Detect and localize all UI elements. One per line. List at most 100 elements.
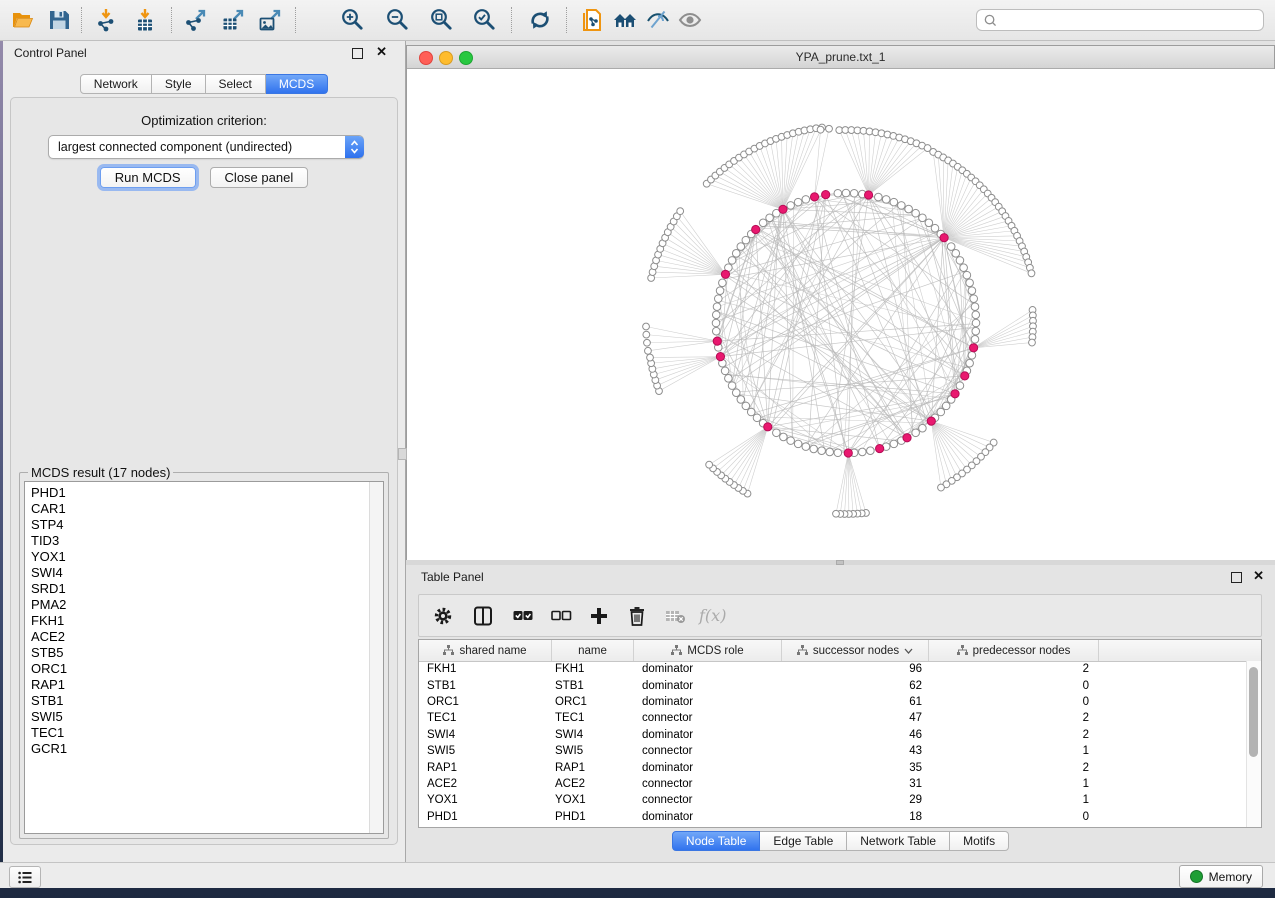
zoom-fit-icon[interactable]	[429, 7, 455, 33]
network-window-titlebar[interactable]: YPA_prune.txt_1	[407, 46, 1274, 69]
run-mcds-button[interactable]: Run MCDS	[100, 167, 196, 188]
export-table-icon[interactable]	[220, 7, 246, 33]
mcds-result-item[interactable]: TEC1	[31, 725, 383, 741]
attribute-icon	[671, 645, 682, 656]
column-header-name[interactable]: name	[552, 640, 634, 661]
import-table-icon[interactable]	[132, 7, 158, 33]
column-visibility-icon[interactable]	[471, 604, 495, 628]
zoom-in-icon[interactable]	[340, 7, 366, 33]
mcds-list-scrollbar[interactable]	[369, 482, 383, 833]
mcds-result-item[interactable]: STP4	[31, 517, 383, 533]
optimization-criterion-dropdown[interactable]: largest connected component (undirected)	[48, 135, 364, 159]
toolbar-separator	[81, 7, 82, 33]
close-table-panel-icon[interactable]: ✕	[1253, 568, 1264, 584]
table-row[interactable]: TEC1TEC1connector472	[419, 710, 1261, 726]
close-panel-button[interactable]: Close panel	[210, 167, 309, 188]
mcds-result-item[interactable]: GCR1	[31, 741, 383, 757]
mcds-result-item[interactable]: TID3	[31, 533, 383, 549]
column-header-predecessor-nodes[interactable]: predecessor nodes	[929, 640, 1099, 661]
close-panel-icon[interactable]: ✕	[376, 44, 387, 60]
column-header-successor-nodes[interactable]: successor nodes	[782, 640, 929, 661]
table-scrollbar[interactable]	[1246, 661, 1261, 827]
add-column-icon[interactable]	[587, 604, 611, 628]
delete-table-icon[interactable]	[663, 604, 687, 628]
mcds-result-item[interactable]: PMA2	[31, 597, 383, 613]
search-box[interactable]	[976, 9, 1264, 31]
tab-edge-table[interactable]: Edge Table	[760, 831, 847, 851]
export-network-icon[interactable]	[183, 7, 209, 33]
dropdown-stepper-icon	[345, 136, 364, 158]
mcds-result-item[interactable]: RAP1	[31, 677, 383, 693]
column-header-mcds-role[interactable]: MCDS role	[634, 640, 782, 661]
table-cell: 0	[929, 680, 1099, 692]
tab-node-table[interactable]: Node Table	[672, 831, 761, 851]
table-cell: STB1	[419, 680, 552, 692]
table-cell: 31	[782, 778, 929, 790]
tab-mcds[interactable]: MCDS	[266, 74, 328, 94]
show-details-icon[interactable]	[677, 7, 703, 33]
save-session-icon[interactable]	[46, 7, 72, 33]
control-panel-title: Control Panel	[14, 46, 87, 60]
memory-button[interactable]: Memory	[1179, 865, 1263, 888]
table-settings-icon[interactable]	[431, 604, 455, 628]
mcds-result-item[interactable]: ACE2	[31, 629, 383, 645]
column-header-shared-name[interactable]: shared name	[419, 640, 552, 661]
tab-select[interactable]: Select	[206, 74, 266, 94]
tab-motifs[interactable]: Motifs	[950, 831, 1009, 851]
select-all-rows-icon[interactable]	[511, 604, 535, 628]
table-row[interactable]: SWI5SWI5connector431	[419, 743, 1261, 759]
toolbar-separator	[566, 7, 567, 33]
table-cell: STB1	[552, 680, 634, 692]
deselect-all-rows-icon[interactable]	[549, 604, 573, 628]
float-table-panel-icon[interactable]	[1231, 572, 1242, 583]
mcds-result-item[interactable]: ORC1	[31, 661, 383, 677]
table-cell: dominator	[634, 762, 782, 774]
table-cell: PHD1	[552, 811, 634, 823]
mcds-result-item[interactable]: CAR1	[31, 501, 383, 517]
network-document-icon[interactable]	[579, 7, 605, 33]
table-row[interactable]: ACE2ACE2connector311	[419, 776, 1261, 792]
mcds-result-item[interactable]: YOX1	[31, 549, 383, 565]
toolbar-separator	[295, 7, 296, 33]
float-panel-icon[interactable]	[352, 48, 363, 59]
table-cell: RAP1	[419, 762, 552, 774]
mcds-tab-content: Optimization criterion: largest connecte…	[10, 97, 398, 845]
task-history-button[interactable]	[9, 866, 41, 888]
zoom-selected-icon[interactable]	[472, 7, 498, 33]
table-cell: YOX1	[552, 794, 634, 806]
mcds-result-list[interactable]: PHD1CAR1STP4TID3YOX1SWI4SRD1PMA2FKH1ACE2…	[24, 481, 384, 834]
tab-style[interactable]: Style	[152, 74, 206, 94]
table-scrollbar-thumb[interactable]	[1249, 667, 1258, 757]
tab-network-table[interactable]: Network Table	[847, 831, 950, 851]
import-network-icon[interactable]	[93, 7, 119, 33]
mcds-result-item[interactable]: PHD1	[31, 485, 383, 501]
table-row[interactable]: STB1STB1dominator620	[419, 677, 1261, 693]
table-row[interactable]: SWI4SWI4dominator462	[419, 727, 1261, 743]
houses-icon[interactable]	[612, 7, 638, 33]
mcds-result-item[interactable]: SWI4	[31, 565, 383, 581]
table-row[interactable]: ORC1ORC1dominator610	[419, 694, 1261, 710]
table-row[interactable]: PHD1PHD1dominator180	[419, 809, 1261, 825]
delete-column-icon[interactable]	[625, 604, 649, 628]
table-cell: dominator	[634, 729, 782, 741]
export-image-icon[interactable]	[257, 7, 283, 33]
mcds-result-item[interactable]: SWI5	[31, 709, 383, 725]
table-cell: 62	[782, 680, 929, 692]
control-panel: Control Panel ✕ NetworkStyleSelectMCDS O…	[3, 40, 406, 862]
open-file-icon[interactable]	[10, 7, 36, 33]
table-cell: 2	[929, 712, 1099, 724]
table-row[interactable]: RAP1RAP1dominator352	[419, 759, 1261, 775]
mcds-result-item[interactable]: FKH1	[31, 613, 383, 629]
tab-network[interactable]: Network	[80, 74, 152, 94]
vertical-splitter-grip[interactable]	[398, 448, 407, 460]
mcds-result-item[interactable]: STB1	[31, 693, 383, 709]
refresh-icon[interactable]	[527, 7, 553, 33]
network-graph[interactable]	[407, 69, 1275, 561]
mcds-result-item[interactable]: SRD1	[31, 581, 383, 597]
table-row[interactable]: FKH1FKH1dominator962	[419, 661, 1261, 677]
search-input[interactable]	[998, 11, 1263, 29]
hide-details-icon[interactable]	[645, 7, 671, 33]
table-row[interactable]: YOX1YOX1connector291	[419, 792, 1261, 808]
mcds-result-item[interactable]: STB5	[31, 645, 383, 661]
zoom-out-icon[interactable]	[385, 7, 411, 33]
